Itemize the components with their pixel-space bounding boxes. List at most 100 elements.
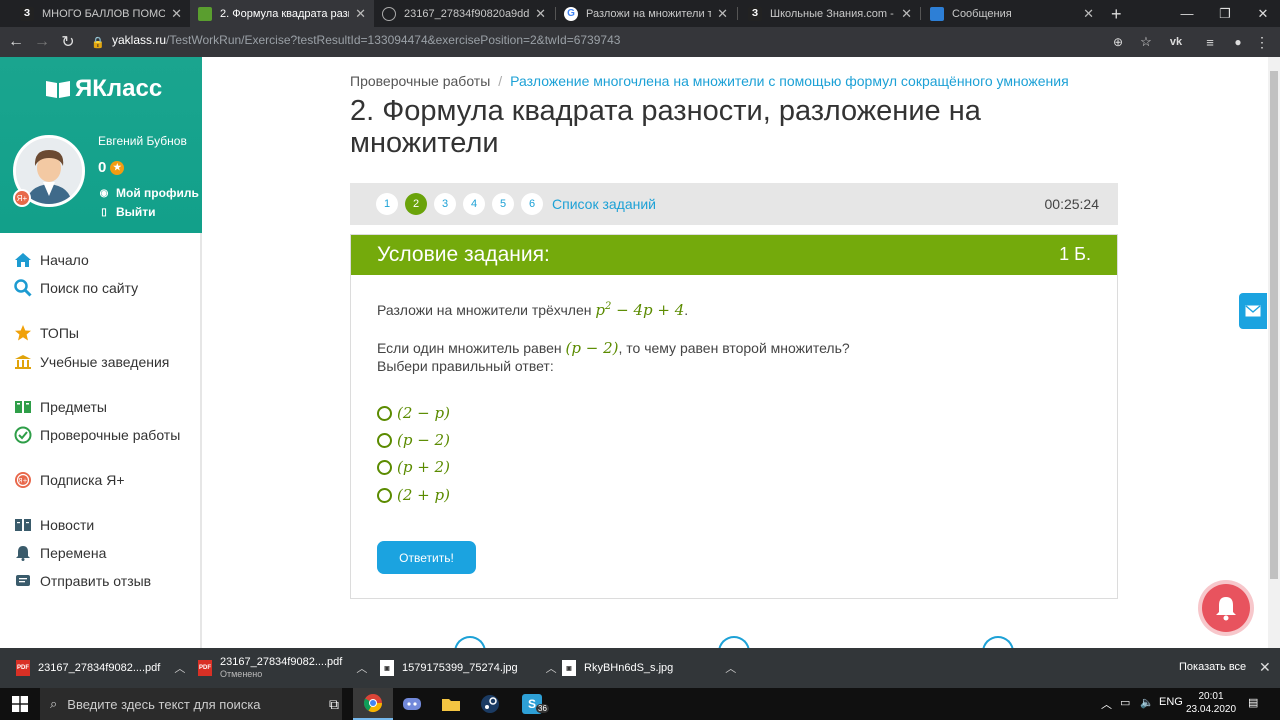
- download-item[interactable]: PDF 23167_27834f9082....pdf ︿: [16, 648, 185, 688]
- sidebar-item-tests[interactable]: Проверочные работы: [13, 425, 180, 445]
- yaklass-icon: [198, 6, 212, 21]
- user-name[interactable]: Евгений Бубнов: [98, 134, 187, 148]
- browser-tab[interactable]: З МНОГО БАЛЛОВ ПОМОГИТЕ ✕: [12, 0, 190, 27]
- chrome-icon[interactable]: [353, 688, 393, 720]
- page-number[interactable]: 4: [463, 193, 485, 215]
- answer-label: (2 − p): [397, 404, 450, 422]
- file-explorer-icon[interactable]: [431, 688, 471, 720]
- media-icon[interactable]: ≡: [1200, 32, 1220, 52]
- discord-icon[interactable]: [392, 688, 432, 720]
- sidebar-item-schools[interactable]: Учебные заведения: [13, 352, 169, 372]
- radio-button[interactable]: [377, 459, 392, 475]
- lock-icon[interactable]: 🔒: [88, 32, 108, 52]
- windows-start-icon[interactable]: [0, 688, 40, 720]
- page-number[interactable]: 5: [492, 193, 514, 215]
- task-list-link[interactable]: Список заданий: [552, 196, 656, 212]
- chevron-up-icon[interactable]: ︿: [546, 660, 557, 676]
- logout-link[interactable]: ▯ Выйти: [98, 205, 155, 219]
- restore-icon[interactable]: ❐: [1206, 0, 1244, 27]
- question-line-1: Разложи на множители трёхчлен p2 − 4p + …: [377, 301, 689, 319]
- page-number-current[interactable]: 2: [405, 193, 427, 215]
- download-item[interactable]: PDF 23167_27834f9082....pdf Отменено ︿: [198, 648, 367, 688]
- submit-button[interactable]: Ответить!: [377, 541, 476, 574]
- taskbar-search[interactable]: ⌕ Введите здесь текст для поиска: [40, 688, 342, 720]
- tray-chevron-icon[interactable]: ︿: [1101, 696, 1112, 712]
- browser-tab[interactable]: 23167_27834f90820a9dd065a ✕: [374, 0, 554, 27]
- chevron-up-icon[interactable]: ︿: [356, 660, 367, 676]
- chevron-up-icon[interactable]: ︿: [725, 660, 736, 676]
- sidebar-item-subjects[interactable]: Предметы: [13, 397, 107, 417]
- close-icon[interactable]: ✕: [901, 6, 912, 22]
- steam-icon[interactable]: [470, 688, 510, 720]
- language-indicator[interactable]: ENG: [1159, 696, 1183, 708]
- network-icon[interactable]: ▭: [1120, 696, 1130, 709]
- chevron-up-icon[interactable]: ︿: [174, 660, 185, 676]
- profile-link[interactable]: ◉ Мой профиль: [98, 186, 199, 200]
- answer-option[interactable]: (2 − p): [377, 404, 450, 422]
- reload-icon[interactable]: ↻: [58, 32, 78, 52]
- task-view-icon[interactable]: ⧉: [314, 688, 354, 720]
- answer-option[interactable]: (2 + p): [377, 486, 450, 504]
- close-icon[interactable]: ✕: [355, 6, 366, 22]
- notifications-icon[interactable]: ▤: [1248, 696, 1258, 709]
- answer-option[interactable]: (p − 2): [377, 431, 450, 449]
- sidebar-item-search[interactable]: Поиск по сайту: [13, 278, 138, 298]
- volume-icon[interactable]: 🔈: [1140, 696, 1154, 709]
- search-icon: [13, 278, 33, 298]
- forward-icon[interactable]: →: [32, 32, 52, 52]
- window-close-icon[interactable]: ✕: [1244, 0, 1280, 27]
- znanija-icon: З: [20, 6, 34, 21]
- bookmark-star-icon[interactable]: ☆: [1136, 32, 1156, 52]
- back-icon[interactable]: ←: [6, 32, 26, 52]
- show-all-downloads[interactable]: Показать все: [1179, 661, 1246, 673]
- sidebar-item-home[interactable]: Начало: [13, 250, 89, 270]
- address-bar: ← → ↻ 🔒 yaklass.ru/TestWorkRun/Exercise?…: [0, 27, 1280, 57]
- sidebar-item-feedback[interactable]: Отправить отзыв: [13, 571, 151, 591]
- close-icon[interactable]: ✕: [717, 6, 728, 22]
- scrollbar[interactable]: [1268, 57, 1280, 648]
- close-icon[interactable]: ✕: [171, 6, 182, 22]
- browser-tab[interactable]: З Школьные Знания.com - Реш ✕: [740, 0, 920, 27]
- image-file-icon: ▣: [562, 660, 576, 676]
- radio-button[interactable]: [377, 405, 392, 421]
- browser-tab[interactable]: G Разложи на множители трёхч ✕: [556, 0, 736, 27]
- notification-bell-icon[interactable]: [1198, 580, 1254, 636]
- minimize-icon[interactable]: —: [1168, 0, 1206, 27]
- browser-tab[interactable]: Сообщения ✕: [922, 0, 1102, 27]
- scrollbar-thumb[interactable]: [1270, 71, 1278, 579]
- radio-button[interactable]: [377, 487, 392, 503]
- star-icon: [13, 323, 33, 343]
- znanija-app-icon[interactable]: S 36: [512, 688, 552, 720]
- radio-button[interactable]: [377, 432, 392, 448]
- logout-icon: ▯: [101, 206, 107, 218]
- close-icon[interactable]: ✕: [1083, 6, 1094, 22]
- download-item[interactable]: ▣ 1579175399_75274.jpg ︿: [380, 648, 557, 688]
- answer-option[interactable]: (p + 2): [377, 458, 450, 476]
- browser-tab-active[interactable]: 2. Формула квадрата разности ✕: [190, 0, 374, 27]
- close-icon[interactable]: ✕: [1259, 659, 1271, 676]
- location-icon[interactable]: ⊕: [1108, 32, 1128, 52]
- znanija-icon: З: [748, 6, 762, 21]
- page-number[interactable]: 3: [434, 193, 456, 215]
- notification-count: 36: [536, 704, 549, 713]
- close-icon[interactable]: ✕: [535, 6, 546, 22]
- menu-icon[interactable]: ⋮: [1252, 32, 1272, 52]
- vk-extension-icon[interactable]: vk: [1166, 32, 1186, 52]
- breadcrumb-root[interactable]: Проверочные работы: [350, 73, 490, 89]
- breadcrumb-current[interactable]: Разложение многочлена на множители с пом…: [510, 73, 1068, 89]
- school-icon: [13, 352, 33, 372]
- page-number[interactable]: 1: [376, 193, 398, 215]
- url-field[interactable]: yaklass.ru/TestWorkRun/Exercise?testResu…: [112, 33, 620, 47]
- answer-label: (2 + p): [397, 486, 450, 504]
- new-tab-icon[interactable]: +: [1111, 4, 1122, 25]
- yaklass-logo[interactable]: ЯКласс: [45, 75, 162, 103]
- sidebar-item-break[interactable]: Перемена: [13, 543, 106, 563]
- page-number[interactable]: 6: [521, 193, 543, 215]
- sidebar-item-tops[interactable]: ТОПы: [13, 323, 79, 343]
- mail-icon[interactable]: [1239, 293, 1267, 329]
- account-icon[interactable]: ●: [1228, 32, 1248, 52]
- download-item[interactable]: ▣ RkyBHn6dS_s.jpg ︿: [562, 648, 736, 688]
- sidebar-item-news[interactable]: Новости: [13, 515, 94, 535]
- system-clock[interactable]: 20:01 23.04.2020: [1186, 690, 1236, 716]
- sidebar-item-subscription[interactable]: Я+ Подписка Я+: [13, 470, 125, 490]
